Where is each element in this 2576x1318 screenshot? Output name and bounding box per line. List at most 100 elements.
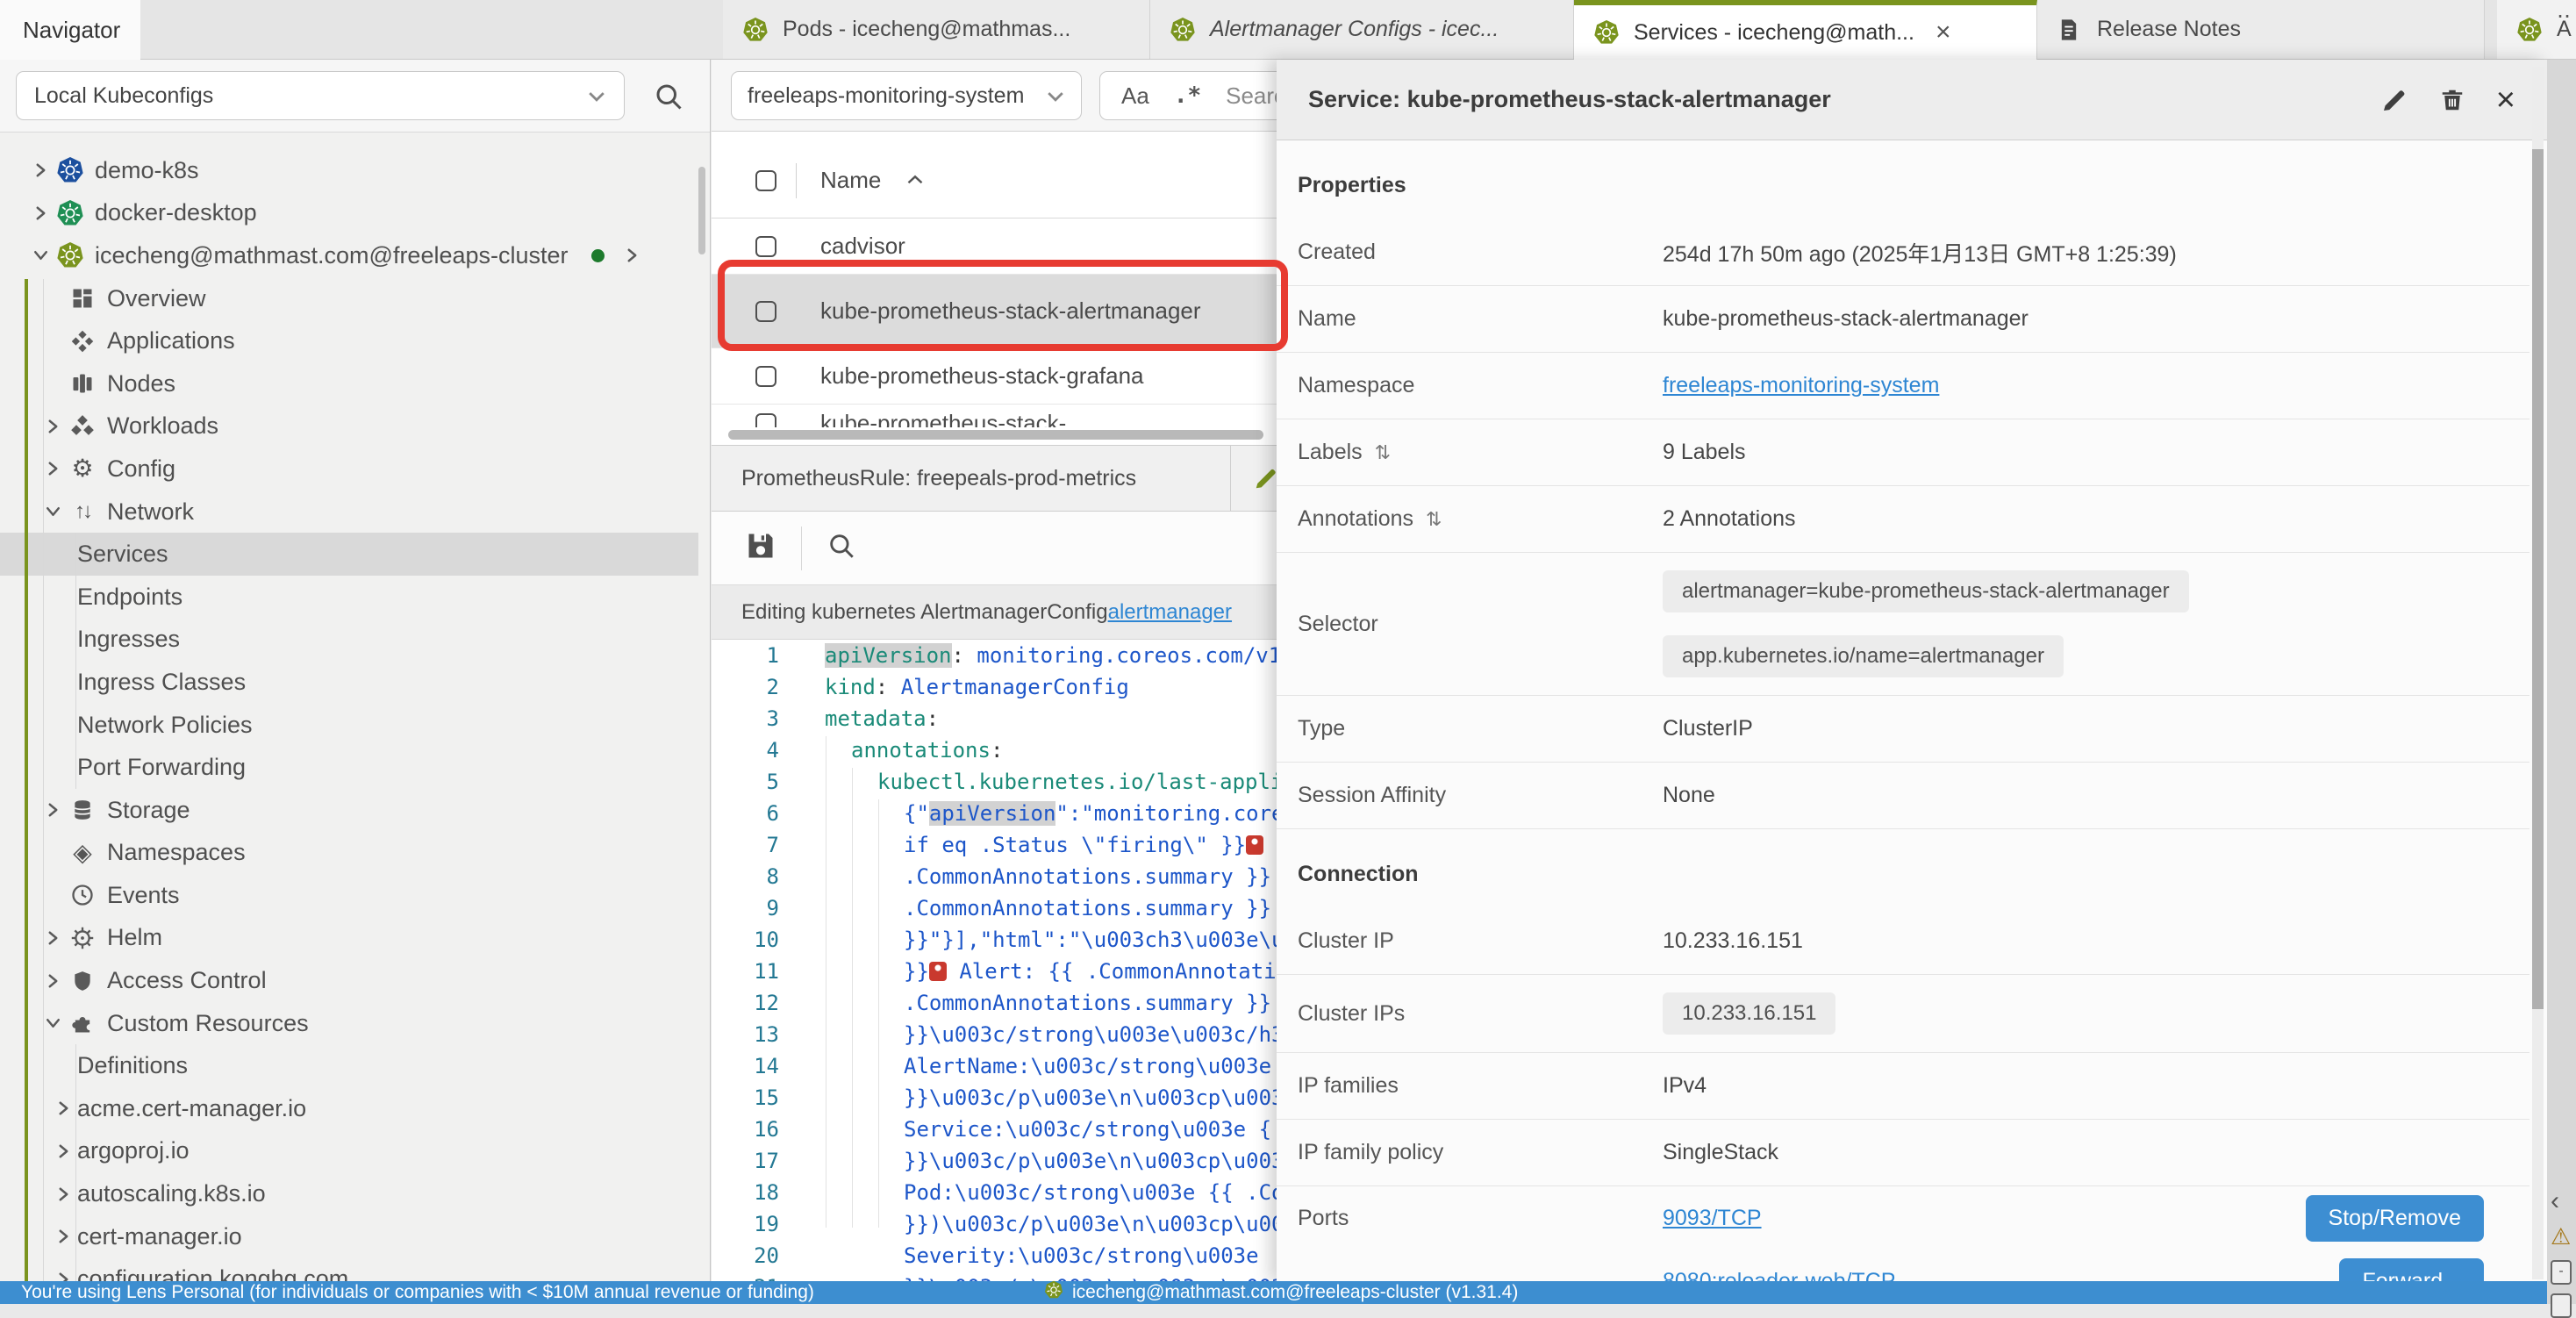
sort-ascending-icon[interactable]	[906, 174, 924, 190]
sidebar-scrollbar[interactable]	[698, 167, 705, 254]
sidebar-item-services[interactable]: Services	[0, 533, 698, 576]
sidebar-item-port-forwarding[interactable]: Port Forwarding	[0, 746, 698, 789]
sidebar-item-label: Services	[77, 541, 168, 568]
drawer-body: PropertiesCreated254d 17h 50m ago (2025年…	[1277, 140, 2529, 1283]
sidebar-item-endpoints[interactable]: Endpoints	[0, 576, 698, 619]
column-divider	[796, 163, 797, 198]
sidebar-item-label: cert-manager.io	[77, 1223, 242, 1250]
sidebar-item-config[interactable]: ⚙Config	[0, 448, 698, 491]
sidebar-item-custom-resources[interactable]: Custom Resources	[0, 1002, 698, 1045]
sidebar-item-label: Nodes	[107, 370, 175, 398]
sidebar-item-overview[interactable]: Overview	[0, 277, 698, 320]
sidebar-item-ingress-classes[interactable]: Ingress Classes	[0, 661, 698, 704]
edit-pencil-icon[interactable]	[1253, 465, 1277, 491]
search-input[interactable]: Aa .* Search...	[1099, 71, 1277, 120]
sidebar-item-autoscaling-k8s-io[interactable]: autoscaling.k8s.io	[0, 1172, 698, 1215]
row-checkbox[interactable]	[755, 366, 776, 387]
search-icon[interactable]	[653, 81, 684, 112]
sidebar-item-definitions[interactable]: Definitions	[0, 1044, 698, 1087]
code-line: 7if eq .Status \"firing\" }}	[712, 829, 1277, 861]
horizontal-scrollbar[interactable]	[712, 427, 1277, 445]
tab-alertmanager-configs-icec-[interactable]: Alertmanager Configs - icec...	[1150, 0, 1574, 59]
divider	[1230, 446, 1231, 511]
sidebar-item-workloads[interactable]: Workloads	[0, 405, 698, 448]
code-text: }}\u003c/p\u003e\n\u003cp\u003	[779, 1082, 1277, 1114]
editing-resource-link[interactable]: alertmanager	[1108, 600, 1232, 625]
row-checkbox[interactable]	[755, 301, 776, 322]
match-case-icon[interactable]: Aa	[1121, 82, 1149, 110]
sidebar-item-storage[interactable]: Storage	[0, 789, 698, 832]
tab-pods-icecheng-mathmas-[interactable]: Pods - icecheng@mathmas...	[723, 0, 1150, 59]
table-row[interactable]: cadvisor	[712, 218, 1277, 275]
line-number: 15	[712, 1082, 779, 1114]
sidebar-item-icecheng-mathmast-com-freeleaps-cluster[interactable]: icecheng@mathmast.com@freeleaps-cluster	[0, 234, 698, 277]
sidebar-item-helm[interactable]: Helm	[0, 917, 698, 960]
sidebar-item-demo-k8s[interactable]: demo-k8s	[0, 149, 698, 192]
sidebar-item-namespaces[interactable]: ◈Namespaces	[0, 832, 698, 875]
code-text: Service:\u003c/strong\u003e {	[779, 1114, 1271, 1145]
sidebar-item-nodes[interactable]: Nodes	[0, 362, 698, 405]
sidebar-item-docker-desktop[interactable]: docker-desktop	[0, 192, 698, 235]
sidebar-item-configuration-konghq-com[interactable]: configuration.konghq.com	[0, 1257, 698, 1283]
row-label: IP family policy	[1298, 1140, 1663, 1165]
tab-a[interactable]: A‥	[2497, 0, 2576, 59]
sidebar-item-access-control[interactable]: Access Control	[0, 959, 698, 1002]
stop-remove-button[interactable]: Stop/Remove	[2306, 1195, 2484, 1242]
line-number: 9	[712, 892, 779, 924]
forward-button[interactable]: Forward...	[2339, 1258, 2484, 1284]
tab-release-notes[interactable]: Release Notes	[2037, 0, 2485, 59]
save-icon[interactable]	[745, 530, 776, 566]
line-number: 8	[712, 861, 779, 892]
scrollbar-thumb[interactable]	[728, 430, 1263, 440]
column-header-name[interactable]: Name	[820, 167, 881, 194]
sidebar-item-cert-manager-io[interactable]: cert-manager.io	[0, 1215, 698, 1258]
search-icon[interactable]	[826, 531, 856, 565]
row-checkbox[interactable]	[755, 413, 776, 427]
row-checkbox[interactable]	[755, 236, 776, 257]
row-value: 254d 17h 50m ago (2025年1月13日 GMT+8 1:25:…	[1663, 237, 2177, 269]
delete-trash-icon[interactable]	[2438, 86, 2466, 114]
navigator-tab[interactable]: Navigator	[0, 0, 140, 60]
sidebar-item-network-policies[interactable]: Network Policies	[0, 704, 698, 747]
line-number: 17	[712, 1145, 779, 1177]
namespace-selector[interactable]: freeleaps-monitoring-system	[731, 71, 1082, 120]
sidebar-item-events[interactable]: Events	[0, 874, 698, 917]
chevron-right-icon	[26, 162, 54, 178]
table-row[interactable]: kube-prometheus-stack-grafana	[712, 348, 1277, 405]
yaml-editor[interactable]: 1apiVersion: monitoring.coreos.com/v12ki…	[712, 640, 1277, 1228]
select-all-checkbox[interactable]	[755, 170, 776, 191]
namespace-link[interactable]: freeleaps-monitoring-system	[1663, 373, 1939, 398]
sidebar-item-applications[interactable]: Applications	[0, 319, 698, 362]
row-value: 2 Annotations	[1663, 506, 1796, 532]
sidebar-item-argoproj-io[interactable]: argoproj.io	[0, 1130, 698, 1173]
sidebar-item-network[interactable]: ↑↓Network	[0, 491, 698, 534]
close-icon[interactable]: ×	[2496, 83, 2515, 117]
cluster-version-label: icecheng@mathmast.com@freeleaps-cluster …	[1072, 1282, 1518, 1303]
license-notice: You're using Lens Personal (for individu…	[21, 1282, 814, 1303]
editor-toolbar	[712, 512, 1277, 585]
row-value: None	[1663, 783, 1715, 808]
regex-icon[interactable]: .*	[1174, 82, 1201, 109]
tab-services-icecheng-math-[interactable]: Services - icecheng@math...×	[1574, 0, 2037, 60]
port-link[interactable]: 9093/TCP	[1663, 1206, 1762, 1231]
table-row[interactable]: kube-prometheus-stack-alertmanager	[712, 275, 1277, 348]
row-label: Session Affinity	[1298, 783, 1663, 808]
sidebar-item-ingresses[interactable]: Ingresses	[0, 619, 698, 662]
sidebar-item-acme-cert-manager-io[interactable]: acme.cert-manager.io	[0, 1087, 698, 1130]
partial-window-icon: -	[2551, 1260, 2572, 1285]
line-number: 16	[712, 1114, 779, 1145]
drawer-row-type: TypeClusterIP	[1277, 696, 2529, 763]
close-icon[interactable]: ×	[1936, 19, 1951, 46]
sidebar-item-label: Namespaces	[107, 839, 246, 866]
sidebar-item-label: autoscaling.k8s.io	[77, 1180, 266, 1207]
sort-toggle-icon[interactable]: ⇅	[1375, 441, 1391, 464]
chevron-right-icon	[26, 205, 54, 221]
kubeconfig-selector[interactable]: Local Kubeconfigs	[16, 71, 625, 120]
code-text: Pod:\u003c/strong\u003e {{ .Co	[779, 1177, 1277, 1208]
drawer-row-ip-families: IP familiesIPv4	[1277, 1053, 2529, 1120]
table-row-partial[interactable]: kube-prometheus-stack-...	[712, 405, 1277, 427]
sort-toggle-icon[interactable]: ⇅	[1426, 508, 1442, 531]
edit-pencil-icon[interactable]	[2380, 86, 2408, 114]
service-name: kube-prometheus-stack-alertmanager	[820, 297, 1201, 325]
drawer-scrollbar-thumb[interactable]	[2532, 149, 2544, 1009]
